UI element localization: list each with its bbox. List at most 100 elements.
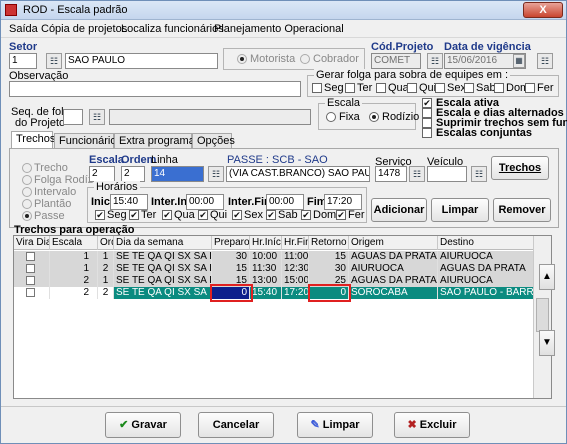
limpar-trecho-button[interactable]: Limpar — [431, 198, 489, 222]
cod-projeto-search-icon[interactable]: ☷ — [427, 53, 443, 69]
type-intervalo-radio[interactable] — [22, 187, 32, 197]
escala-ativa-checkbox[interactable] — [422, 98, 432, 108]
inic-label: Inic — [91, 196, 110, 208]
servico-input[interactable]: 1478 — [375, 166, 407, 182]
dia-sab-checkbox[interactable] — [266, 210, 276, 220]
table-row[interactable]: 1 1 SE TE QA QI SX SA DO ... 30 10:00 11… — [14, 251, 534, 263]
inic-input[interactable]: 15:40 — [110, 194, 148, 210]
type-passe-radio[interactable] — [22, 211, 32, 221]
col-preparo[interactable]: Preparo — [212, 236, 250, 250]
linha-desc-field: (VIA CAST.BRANCO) SAO PAULO - SOR — [226, 166, 370, 182]
app-icon — [5, 4, 17, 16]
cell-origem: AIURUOCA — [349, 263, 438, 275]
suprimir-trechos-checkbox[interactable] — [422, 118, 432, 128]
dia-seg-label: Seg — [107, 209, 127, 221]
tab-opcoes[interactable]: Opções — [192, 133, 235, 149]
vira-dia-checkbox[interactable] — [26, 276, 35, 285]
trechos-button[interactable]: Trechos — [491, 156, 549, 180]
col-hr-inicio[interactable]: Hr.Início — [250, 236, 282, 250]
servico-search-icon[interactable]: ☷ — [409, 166, 425, 182]
veiculo-search-icon[interactable]: ☷ — [471, 166, 487, 182]
grid-scrollbar[interactable] — [533, 236, 551, 398]
fim-input[interactable]: 17:20 — [324, 194, 362, 210]
vira-dia-checkbox[interactable] — [26, 288, 35, 297]
adicionar-button[interactable]: Adicionar — [371, 198, 427, 222]
col-ordem[interactable]: Ordem — [98, 236, 114, 250]
col-vira-dia[interactable]: Vira Dia — [14, 236, 50, 250]
tab-funcionarios[interactable]: Funcionários — [54, 133, 122, 149]
trecho-ordem-input[interactable]: 2 — [121, 166, 145, 182]
table-row[interactable]: 1 2 SE TE QA QI SX SA DO ... 15 11:30 12… — [14, 263, 534, 275]
horarios-group-title: Horários — [94, 181, 140, 193]
table-row-selected[interactable]: 2 2 SE TE QA QI SX SA DO ... 0 15:40 17:… — [14, 287, 534, 299]
remover-button[interactable]: Remover — [493, 198, 551, 222]
move-down-button[interactable]: ▼ — [539, 330, 555, 356]
cobrador-radio[interactable] — [300, 54, 310, 64]
menu-planejamento[interactable]: Planejamento Operacional — [214, 23, 344, 35]
calendar-icon[interactable]: ▦ — [513, 54, 525, 68]
menu-saida[interactable]: Saída — [9, 23, 38, 35]
dia-dom-checkbox[interactable] — [301, 210, 311, 220]
vira-dia-checkbox[interactable] — [26, 252, 35, 261]
col-escala[interactable]: Escala — [50, 236, 98, 250]
folga-seg-checkbox[interactable] — [312, 83, 322, 93]
folga-dom-checkbox[interactable] — [494, 83, 504, 93]
type-folga-rodizio-radio[interactable] — [22, 175, 32, 185]
observacao-input[interactable] — [9, 81, 301, 97]
seq-folga-input[interactable] — [63, 109, 83, 125]
vira-dia-checkbox[interactable] — [26, 264, 35, 273]
linha-search-icon[interactable]: ☷ — [208, 166, 224, 182]
dias-alternados-checkbox[interactable] — [422, 108, 432, 118]
motorista-radio[interactable] — [237, 54, 247, 64]
folga-sab-checkbox[interactable] — [464, 83, 474, 93]
inter-fim-input[interactable]: 00:00 — [266, 194, 304, 210]
col-destino[interactable]: Destino — [438, 236, 534, 250]
setor-search-icon[interactable]: ☷ — [46, 53, 62, 69]
cell-escala: 1 — [50, 251, 98, 263]
motorista-label: Motorista — [250, 53, 296, 65]
folga-fer-checkbox[interactable] — [525, 83, 535, 93]
folga-qui-checkbox[interactable] — [407, 83, 417, 93]
dia-ter-checkbox[interactable] — [129, 210, 139, 220]
menu-bar: Saída Cópia de projetos Localiza funcion… — [1, 21, 566, 38]
dia-sex-checkbox[interactable] — [232, 210, 242, 220]
veiculo-input[interactable] — [427, 166, 467, 182]
excluir-button[interactable]: ✖ Excluir — [394, 412, 470, 438]
check-icon: ✔ — [119, 419, 129, 431]
close-button[interactable]: X — [523, 2, 563, 18]
col-retorno[interactable]: Retorno — [309, 236, 349, 250]
move-up-button[interactable]: ▲ — [539, 264, 555, 290]
dia-qui-checkbox[interactable] — [198, 210, 208, 220]
menu-localiza-funcionarios[interactable]: Localiza funcionários — [121, 23, 224, 35]
escala-rodizio-radio[interactable] — [369, 112, 379, 122]
inter-ini-input[interactable]: 00:00 — [186, 194, 224, 210]
dia-seg-checkbox[interactable] — [95, 210, 105, 220]
col-dia-semana[interactable]: Dia da semana — [114, 236, 212, 250]
menu-copia-projetos[interactable]: Cópia de projetos — [41, 23, 127, 35]
gravar-label: Gravar — [131, 419, 167, 431]
limpar-button[interactable]: ✎ Limpar — [297, 412, 373, 438]
col-hr-fim[interactable]: Hr.Fim — [282, 236, 309, 250]
gravar-button[interactable]: ✔ Gravar — [105, 412, 181, 438]
folga-ter-checkbox[interactable] — [345, 83, 355, 93]
vigencia-search-icon[interactable]: ☷ — [537, 53, 553, 69]
cell-origem: AGUAS DA PRATA — [351, 275, 438, 287]
dia-qua-checkbox[interactable] — [162, 210, 172, 220]
col-origem[interactable]: Origem — [349, 236, 438, 250]
setor-code-input[interactable]: 1 — [9, 53, 37, 69]
cancelar-button[interactable]: Cancelar — [198, 412, 274, 438]
tab-extra-programado[interactable]: Extra programado — [114, 133, 207, 149]
folga-qua-checkbox[interactable] — [376, 83, 386, 93]
trecho-escala-input[interactable]: 2 — [89, 166, 115, 182]
escala-fixa-radio[interactable] — [326, 112, 336, 122]
table-row[interactable]: 2 1 SE TE QA QI SX SA DO ... 15 13:00 15… — [14, 275, 534, 287]
folga-sex-checkbox[interactable] — [435, 83, 445, 93]
dia-fer-checkbox[interactable] — [336, 210, 346, 220]
trecho-linha-input[interactable]: 14 — [151, 166, 204, 182]
scroll-thumb[interactable] — [536, 298, 549, 332]
type-trecho-radio[interactable] — [22, 163, 32, 173]
type-plantao-radio[interactable] — [22, 199, 32, 209]
escalas-conjuntas-checkbox[interactable] — [422, 128, 432, 138]
seq-folga-search-icon[interactable]: ☷ — [89, 109, 105, 125]
cod-projeto-input[interactable]: COMET — [371, 53, 421, 69]
